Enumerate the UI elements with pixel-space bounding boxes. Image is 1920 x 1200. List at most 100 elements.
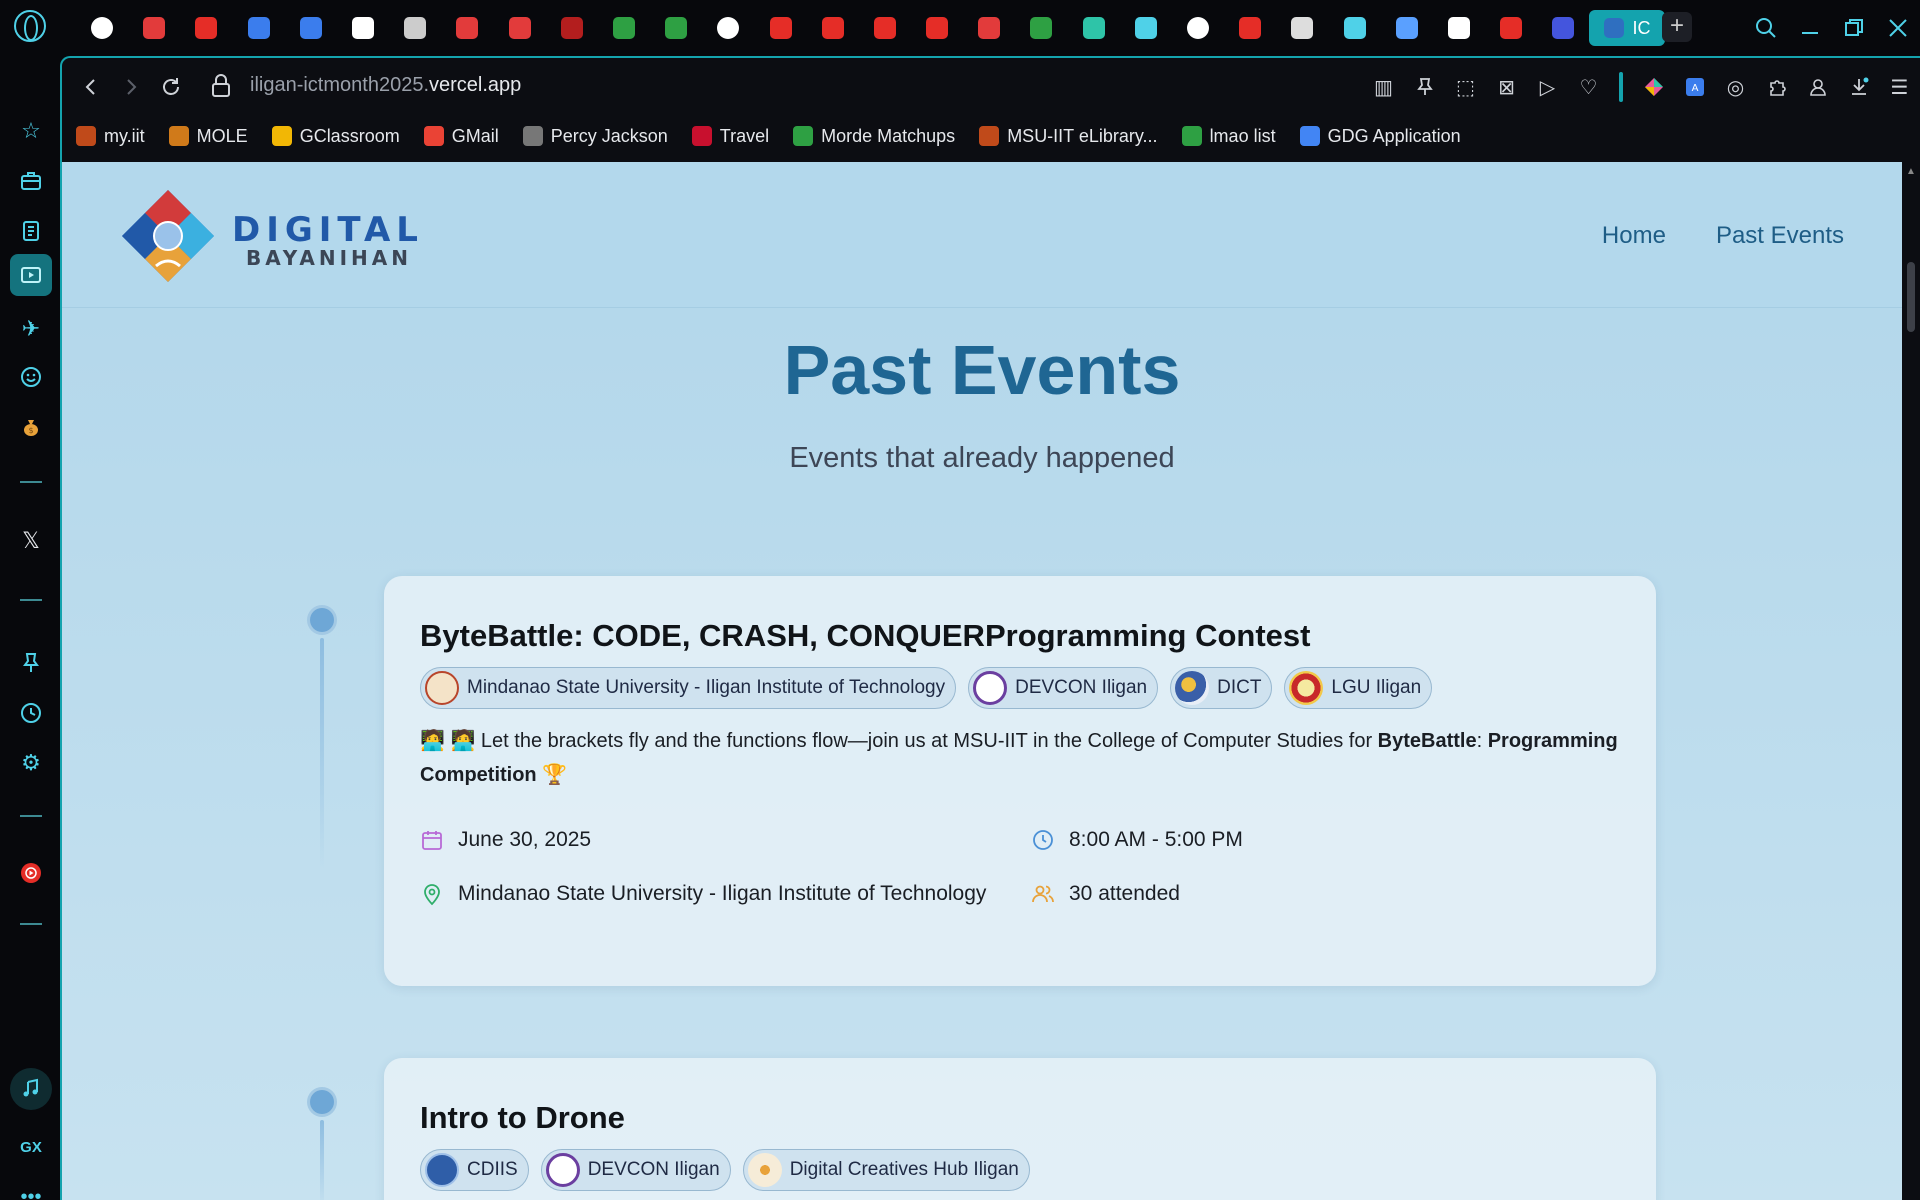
bookmark-item[interactable]: GClassroom	[271, 126, 400, 147]
briefcase-icon[interactable]	[10, 160, 52, 202]
translate-extension-icon[interactable]: A	[1674, 72, 1715, 102]
browser-tab[interactable]	[1224, 10, 1276, 46]
browser-tab[interactable]	[650, 10, 702, 46]
browser-tab[interactable]	[963, 10, 1015, 46]
browser-tab[interactable]	[859, 10, 911, 46]
browser-tab[interactable]	[1381, 10, 1433, 46]
browser-tab[interactable]	[494, 10, 546, 46]
browser-tab[interactable]	[1485, 10, 1537, 46]
music-player-icon[interactable]	[10, 1068, 52, 1110]
browser-tab[interactable]	[1015, 10, 1067, 46]
cdiis-logo-icon	[425, 1153, 459, 1187]
profile-icon[interactable]	[1797, 72, 1838, 102]
pin-icon[interactable]	[10, 642, 52, 684]
organizer-chip[interactable]: LGU Iligan	[1284, 667, 1433, 709]
nav-past-events-link[interactable]: Past Events	[1716, 222, 1844, 250]
window-controls	[1744, 12, 1920, 44]
browser-tab[interactable]	[546, 10, 598, 46]
history-clock-icon[interactable]	[10, 692, 52, 734]
bookmark-item[interactable]: MSU-IIT eLibrary...	[979, 126, 1158, 147]
organizer-chip[interactable]: DEVCON Iligan	[540, 1149, 731, 1191]
browser-tab[interactable]	[285, 10, 337, 46]
browser-tab[interactable]	[128, 10, 180, 46]
bookmark-item[interactable]: MOLE	[168, 126, 248, 147]
x-twitter-icon[interactable]: 𝕏	[10, 520, 52, 562]
red-mascot-icon	[508, 17, 531, 39]
page-scrollbar[interactable]: ▲	[1902, 162, 1920, 1200]
event-card[interactable]: ByteBattle: CODE, CRASH, CONQUERProgramm…	[384, 576, 1656, 986]
organizer-name: DICT	[1217, 677, 1262, 698]
browser-tab[interactable]	[1172, 10, 1224, 46]
browser-tab[interactable]	[598, 10, 650, 46]
color-picker-extension-icon[interactable]	[1633, 72, 1674, 102]
url-field[interactable]: iligan-ictmonth2025.vercel.app	[250, 74, 521, 97]
browser-tab[interactable]	[180, 10, 232, 46]
browser-tab[interactable]	[1068, 10, 1120, 46]
bookmark-item[interactable]: my.iit	[76, 126, 145, 147]
browser-tab[interactable]	[911, 10, 963, 46]
browser-tab[interactable]	[233, 10, 285, 46]
close-window-icon[interactable]	[1876, 12, 1920, 44]
easy-setup-icon[interactable]: ☰	[1879, 72, 1920, 102]
bookmark-item[interactable]: lmao list	[1181, 126, 1276, 147]
browser-tab[interactable]	[754, 10, 806, 46]
send-icon[interactable]: ▷	[1527, 72, 1568, 102]
minimize-icon[interactable]	[1788, 12, 1832, 44]
lock-icon[interactable]	[210, 73, 232, 101]
video-player-icon[interactable]	[10, 254, 52, 296]
browser-tab[interactable]	[1537, 10, 1589, 46]
browser-tab[interactable]	[1433, 10, 1485, 46]
site-nav: Home Past Events	[1602, 222, 1844, 250]
restore-icon[interactable]	[1832, 12, 1876, 44]
link-extension-icon[interactable]: ◎	[1715, 72, 1756, 102]
browser-tab[interactable]	[389, 10, 441, 46]
gx-corner-icon[interactable]: GX	[10, 1126, 52, 1168]
split-screen-icon[interactable]: ▥	[1363, 72, 1404, 102]
bookmark-item[interactable]: Morde Matchups	[793, 126, 955, 147]
organizer-chip[interactable]: Mindanao State University - Iligan Insti…	[420, 667, 957, 709]
search-tabs-icon[interactable]	[1744, 12, 1788, 44]
active-tab[interactable]: IC	[1589, 10, 1666, 46]
bookmark-item[interactable]: GDG Application	[1299, 126, 1461, 147]
organizer-chip[interactable]: DICT	[1170, 667, 1273, 709]
organizer-chip[interactable]: Digital Creatives Hub Iligan	[742, 1149, 1030, 1191]
bookmark-item[interactable]: GMail	[423, 126, 499, 147]
browser-tab[interactable]	[76, 10, 128, 46]
browser-tab[interactable]	[1120, 10, 1172, 46]
notes-icon[interactable]	[10, 210, 52, 252]
vine-icon	[1082, 17, 1105, 39]
back-icon[interactable]	[76, 72, 106, 102]
pin-tab-icon[interactable]	[1404, 72, 1445, 102]
money-bag-icon[interactable]: $	[10, 406, 52, 448]
nav-home-link[interactable]: Home	[1602, 222, 1666, 250]
adblock-icon[interactable]: ⊠	[1486, 72, 1527, 102]
browser-tab[interactable]	[1329, 10, 1381, 46]
digital-bayanihan-logo[interactable]	[118, 186, 218, 286]
reload-icon[interactable]	[156, 72, 186, 102]
scroll-thumb[interactable]	[1907, 262, 1915, 332]
settings-gear-icon[interactable]: ⚙	[10, 742, 52, 784]
downloads-icon[interactable]	[1838, 72, 1879, 102]
snapshot-icon[interactable]: ⬚	[1445, 72, 1486, 102]
extensions-puzzle-icon[interactable]	[1756, 72, 1797, 102]
heart-icon[interactable]: ♡	[1568, 72, 1609, 102]
browser-tab[interactable]	[807, 10, 859, 46]
event-card[interactable]: Intro to Drone CDIIS DEVCON Iligan Digit…	[384, 1058, 1656, 1200]
forward-icon[interactable]	[116, 72, 146, 102]
organizer-chip[interactable]: DEVCON Iligan	[968, 667, 1159, 709]
new-tab-button[interactable]: +	[1662, 12, 1692, 42]
airplane-icon[interactable]: ✈	[10, 308, 52, 350]
youtube-music-icon[interactable]	[10, 852, 52, 894]
speed-dial-star-icon[interactable]: ☆	[10, 110, 52, 152]
more-options-icon[interactable]: •••	[10, 1176, 52, 1200]
opera-menu-icon[interactable]	[14, 10, 46, 42]
scroll-up-icon[interactable]: ▲	[1906, 166, 1916, 177]
browser-tab[interactable]	[337, 10, 389, 46]
organizer-chip[interactable]: CDIIS	[420, 1149, 529, 1191]
browser-tab[interactable]	[1276, 10, 1328, 46]
emoji-icon[interactable]	[10, 356, 52, 398]
browser-tab[interactable]	[702, 10, 754, 46]
browser-tab[interactable]	[441, 10, 493, 46]
bookmark-item[interactable]: Travel	[691, 126, 769, 147]
bookmark-item[interactable]: Percy Jackson	[522, 126, 668, 147]
